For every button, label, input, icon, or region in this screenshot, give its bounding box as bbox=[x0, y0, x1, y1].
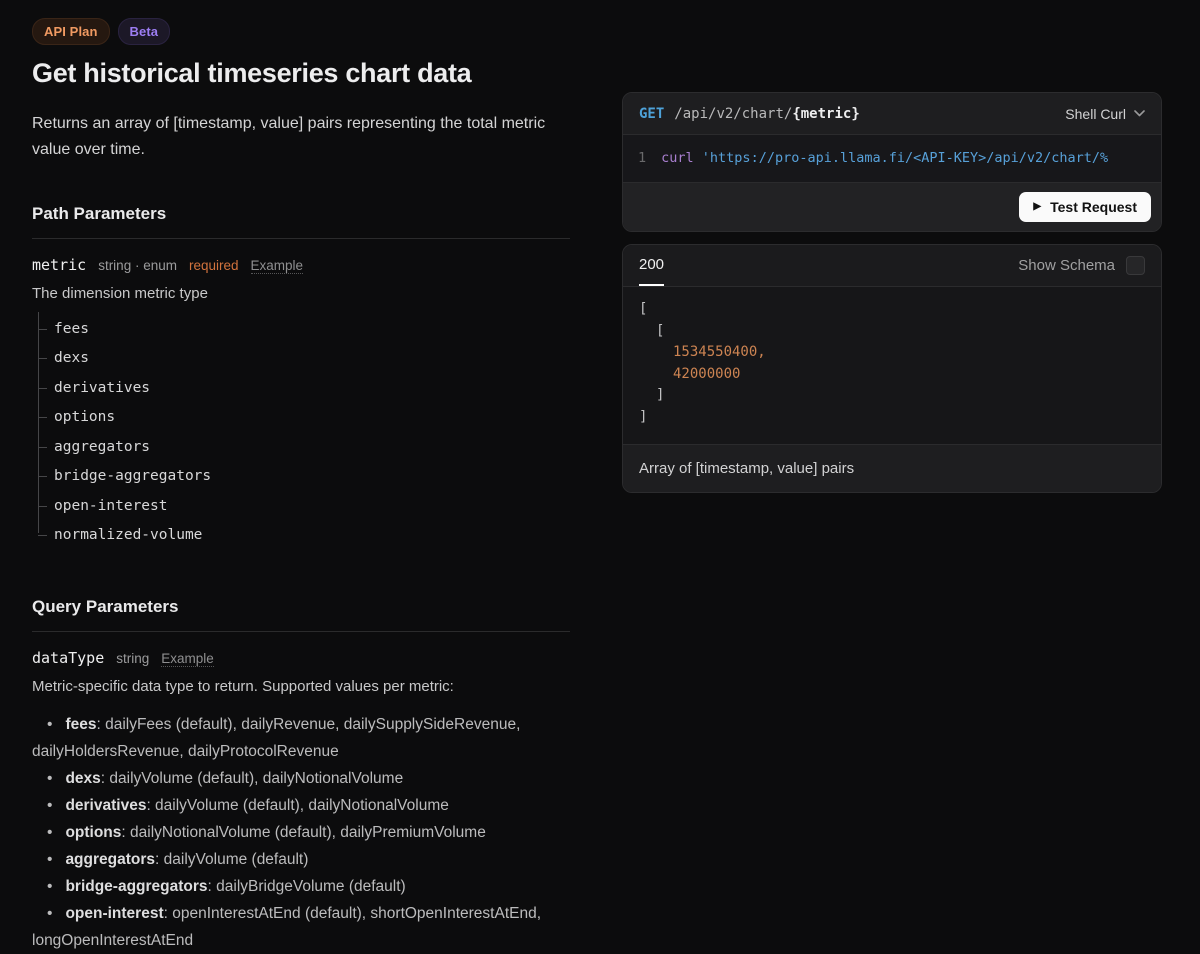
required-badge: required bbox=[189, 258, 239, 273]
enum-item: dexs bbox=[38, 344, 570, 374]
enum-item-label: fees bbox=[54, 321, 89, 337]
bullet-term: options bbox=[65, 824, 121, 841]
language-selector[interactable]: Shell Curl bbox=[1065, 106, 1145, 122]
bullet-desc: : dailyVolume (default) bbox=[155, 851, 308, 868]
json-line: 1534550400, bbox=[639, 342, 1145, 364]
show-schema-label: Show Schema bbox=[1018, 257, 1115, 274]
json-punct: ] bbox=[639, 409, 647, 425]
example-link[interactable]: Example bbox=[251, 258, 304, 274]
response-json-body: [ [ 1534550400, 42000000 ] ] bbox=[623, 287, 1161, 445]
request-panel-footer: ▶ Test Request bbox=[623, 183, 1161, 231]
test-request-label: Test Request bbox=[1050, 199, 1137, 215]
enum-item-label: dexs bbox=[54, 350, 89, 366]
query-parameters-heading: Query Parameters bbox=[32, 597, 570, 617]
enum-item-label: derivatives bbox=[54, 380, 150, 396]
code-keyword: curl bbox=[661, 150, 694, 166]
list-item: fees: dailyFees (default), dailyRevenue,… bbox=[32, 711, 570, 765]
enum-item-label: normalized-volume bbox=[54, 527, 202, 543]
bullet-desc: : dailyVolume (default), dailyNotionalVo… bbox=[101, 770, 403, 787]
show-schema-toggle[interactable]: Show Schema bbox=[1018, 256, 1145, 275]
bullet-desc: : dailyFees (default), dailyRevenue, dai… bbox=[32, 716, 520, 760]
param-description: Metric-specific data type to return. Sup… bbox=[32, 678, 570, 695]
list-item: dexs: dailyVolume (default), dailyNotion… bbox=[32, 765, 570, 792]
endpoint-path: GET/api/v2/chart/{metric} bbox=[639, 106, 860, 122]
json-number: 1534550400 bbox=[673, 344, 757, 360]
list-item: options: dailyNotionalVolume (default), … bbox=[32, 819, 570, 846]
datatype-values-list: fees: dailyFees (default), dailyRevenue,… bbox=[32, 711, 570, 954]
list-item: derivatives: dailyVolume (default), dail… bbox=[32, 792, 570, 819]
chevron-down-icon bbox=[1134, 110, 1145, 117]
beta-badge: Beta bbox=[118, 18, 171, 45]
endpoint-route: /api/v2/chart/ bbox=[674, 106, 792, 122]
language-selector-label: Shell Curl bbox=[1065, 106, 1126, 122]
json-line: ] bbox=[639, 385, 1145, 407]
endpoint-description: Returns an array of [timestamp, value] p… bbox=[32, 111, 570, 163]
path-parameters-heading: Path Parameters bbox=[32, 204, 570, 224]
param-type: string bbox=[116, 651, 149, 666]
example-link[interactable]: Example bbox=[161, 651, 214, 667]
bullet-term: dexs bbox=[65, 770, 100, 787]
show-schema-checkbox[interactable] bbox=[1126, 256, 1145, 275]
json-line: [ bbox=[639, 299, 1145, 321]
endpoint-path-param: {metric} bbox=[792, 106, 859, 122]
list-item: open-interest: openInterestAtEnd (defaul… bbox=[32, 900, 570, 954]
enum-item: derivatives bbox=[38, 373, 570, 403]
api-playground: GET/api/v2/chart/{metric} Shell Curl 1 cu… bbox=[622, 92, 1162, 954]
bullet-desc: : dailyNotionalVolume (default), dailyPr… bbox=[121, 824, 485, 841]
enum-item: open-interest bbox=[38, 491, 570, 521]
param-description: The dimension metric type bbox=[32, 285, 570, 302]
json-punct: [ bbox=[656, 323, 664, 339]
enum-item: options bbox=[38, 403, 570, 433]
enum-item: normalized-volume bbox=[38, 521, 570, 551]
request-panel: GET/api/v2/chart/{metric} Shell Curl 1 cu… bbox=[622, 92, 1162, 232]
play-icon: ▶ bbox=[1033, 202, 1041, 212]
bullet-term: fees bbox=[65, 716, 96, 733]
request-panel-header: GET/api/v2/chart/{metric} Shell Curl bbox=[623, 93, 1161, 135]
api-plan-badge: API Plan bbox=[32, 18, 110, 45]
enum-item-label: options bbox=[54, 409, 115, 425]
curl-code-block[interactable]: 1 curl 'https://pro-api.llama.fi/<API-KEY… bbox=[623, 135, 1161, 183]
bullet-term: aggregators bbox=[65, 851, 155, 868]
section-divider bbox=[32, 238, 570, 239]
section-divider bbox=[32, 631, 570, 632]
json-line: ] bbox=[639, 407, 1145, 429]
param-name: dataType bbox=[32, 649, 104, 667]
param-row-datatype: dataType string Example bbox=[32, 649, 570, 667]
enum-item-label: aggregators bbox=[54, 439, 150, 455]
enum-value-tree: fees dexs derivatives options aggregator… bbox=[32, 314, 570, 550]
json-line: 42000000 bbox=[639, 364, 1145, 386]
bullet-term: derivatives bbox=[65, 797, 146, 814]
response-panel: 200 Show Schema [ [ 1534550400, 42000000… bbox=[622, 244, 1162, 493]
bullet-term: open-interest bbox=[65, 905, 163, 922]
param-name: metric bbox=[32, 256, 86, 274]
bullet-desc: : dailyVolume (default), dailyNotionalVo… bbox=[146, 797, 448, 814]
http-method: GET bbox=[639, 106, 664, 122]
response-description: Array of [timestamp, value] pairs bbox=[623, 445, 1161, 492]
line-number: 1 bbox=[623, 148, 646, 169]
code-argument: 'https://pro-api.llama.fi/<API-KEY>/api/… bbox=[694, 150, 1109, 166]
param-type: string · enum bbox=[98, 258, 177, 273]
enum-item: aggregators bbox=[38, 432, 570, 462]
json-punct: [ bbox=[639, 301, 647, 317]
enum-item: fees bbox=[38, 314, 570, 344]
json-line: [ bbox=[639, 321, 1145, 343]
json-punct: , bbox=[757, 344, 765, 360]
enum-item-label: open-interest bbox=[54, 498, 168, 514]
status-tab-200[interactable]: 200 bbox=[639, 245, 664, 286]
docs-content: API Plan Beta Get historical timeseries … bbox=[32, 18, 570, 954]
page-title: Get historical timeseries chart data bbox=[32, 58, 570, 89]
enum-item-label: bridge-aggregators bbox=[54, 468, 211, 484]
param-row-metric: metric string · enum required Example bbox=[32, 256, 570, 274]
page: API Plan Beta Get historical timeseries … bbox=[0, 0, 1200, 954]
enum-item: bridge-aggregators bbox=[38, 462, 570, 492]
json-punct: ] bbox=[656, 387, 664, 403]
list-item: aggregators: dailyVolume (default) bbox=[32, 846, 570, 873]
badge-row: API Plan Beta bbox=[32, 18, 570, 45]
test-request-button[interactable]: ▶ Test Request bbox=[1019, 192, 1151, 222]
response-panel-header: 200 Show Schema bbox=[623, 245, 1161, 287]
json-number: 42000000 bbox=[673, 366, 740, 382]
